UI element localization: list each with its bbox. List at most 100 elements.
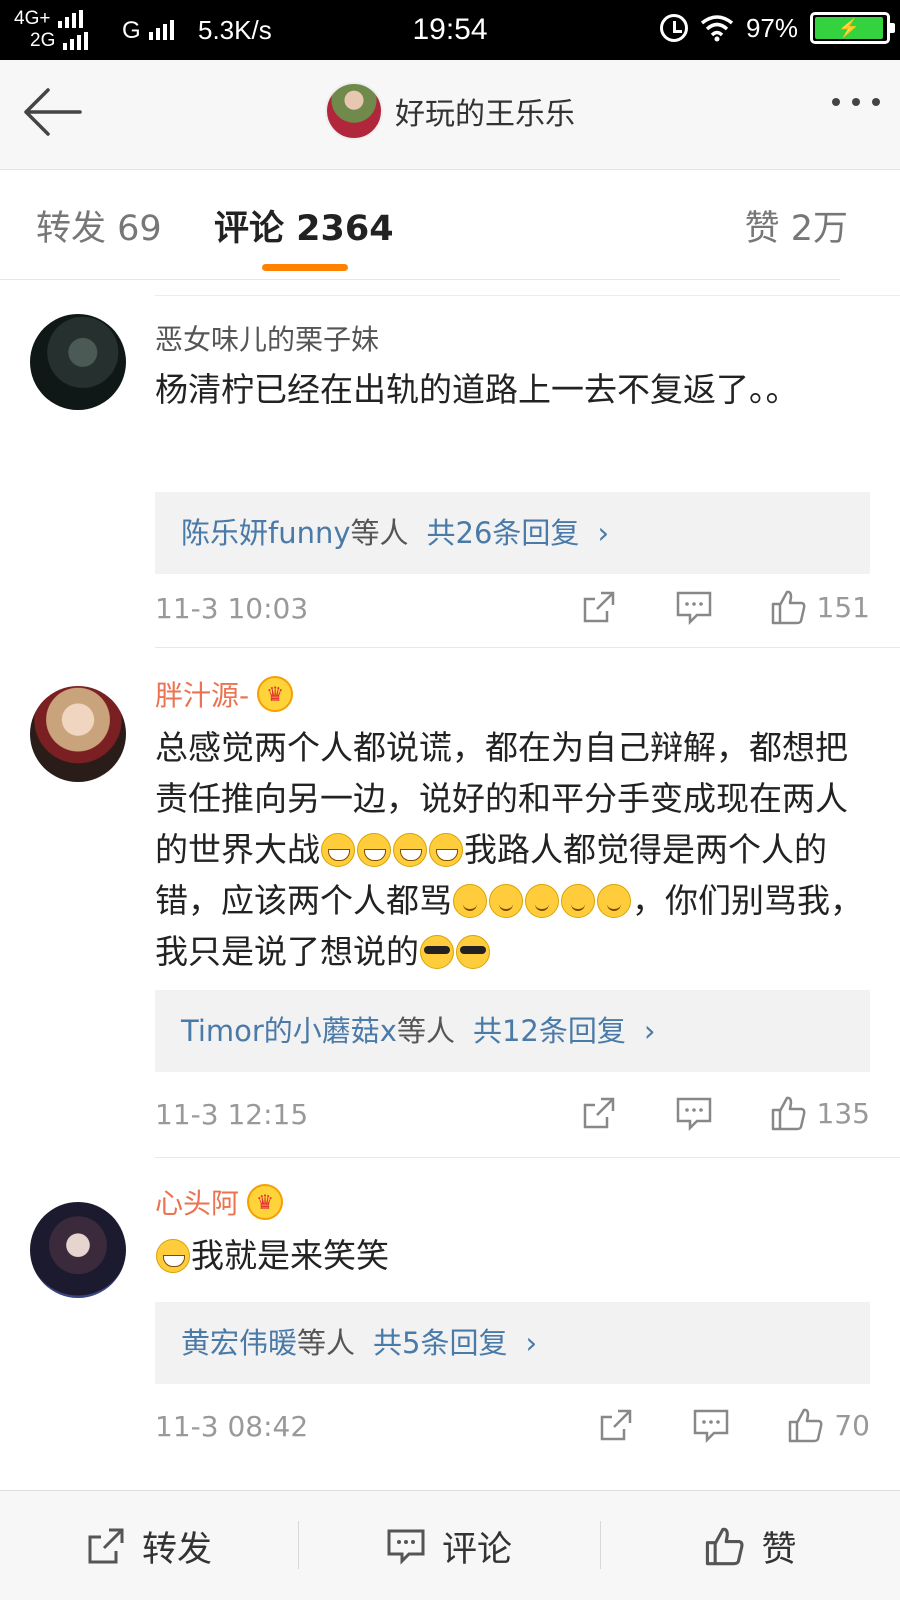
reply-names[interactable]: 陈乐妍funny: [181, 516, 351, 550]
commenter-name[interactable]: 胖汁源- ♛: [155, 674, 294, 714]
comment-button[interactable]: 评论: [298, 1491, 600, 1600]
comment-actions: 151: [581, 588, 870, 626]
replies-summary[interactable]: 陈乐妍funny等人 共26条回复 ›: [155, 492, 870, 574]
comment-bubble-icon: [676, 1097, 711, 1131]
comment-text-part: 我就是来笑笑: [191, 1236, 389, 1275]
comment-meta: 11-3 08:42 70: [155, 1409, 870, 1450]
comment-date: 11-3 08:42: [155, 1410, 309, 1443]
like-button[interactable]: 135: [769, 1094, 870, 1132]
reply-names[interactable]: Timor的小蘑菇x: [181, 1014, 397, 1048]
status-right: 97% ⚡: [659, 12, 895, 44]
thumbs-up-icon: [706, 1527, 744, 1566]
more-dots-icon: [852, 98, 860, 106]
comment-divider: [155, 647, 900, 648]
more-options-button[interactable]: [832, 98, 880, 106]
shy-smile-emoji-icon: [525, 884, 559, 918]
share-button[interactable]: [581, 1095, 617, 1131]
reply-suffix: 等人: [297, 1326, 356, 1360]
share-icon: [88, 1528, 124, 1564]
vip-crown-icon: ♛: [257, 676, 294, 712]
commenter-name-text[interactable]: 恶女味儿的栗子妹: [155, 318, 379, 358]
comment-actions: 70: [598, 1406, 870, 1444]
author-avatar[interactable]: [325, 82, 383, 140]
weibo-comments-screen: 4G+ 2G G 5.3K/s 19:54 97% ⚡ 好玩的王乐乐 转发 69…: [0, 0, 900, 1600]
commenter-avatar[interactable]: [30, 686, 126, 782]
more-dots-icon: [872, 98, 880, 106]
reply-button[interactable]: [692, 1407, 730, 1443]
share-button[interactable]: [598, 1407, 634, 1443]
commenter-name-text[interactable]: 胖汁源-: [155, 674, 249, 714]
status-bar: 4G+ 2G G 5.3K/s 19:54 97% ⚡: [0, 0, 900, 60]
comment-item: 恶女味儿的栗子妹 杨清柠已经在出轨的道路上一去不复返了。。 陈乐妍funny等人…: [0, 300, 900, 650]
reply-suffix: 等人: [350, 516, 409, 550]
sunglasses-emoji-icon: [420, 935, 454, 969]
alarm-icon: [659, 14, 688, 42]
comment-meta: 11-3 12:15 135: [155, 1097, 870, 1138]
reply-total[interactable]: 共26条回复: [427, 516, 580, 550]
commenter-name-text[interactable]: 心头阿: [155, 1182, 239, 1222]
tab-divider: [0, 279, 840, 280]
share-icon: [601, 1409, 632, 1441]
post-author[interactable]: 好玩的王乐乐: [0, 82, 900, 140]
thumbs-up-icon: [771, 1096, 806, 1131]
shy-smile-emoji-icon: [453, 884, 487, 918]
list-top-divider: [155, 295, 900, 296]
reply-total[interactable]: 共12条回复: [473, 1014, 626, 1048]
like-post-button[interactable]: 赞: [600, 1491, 900, 1600]
more-dots-icon: [832, 98, 840, 106]
commenter-avatar[interactable]: [30, 314, 126, 410]
commenter-name[interactable]: 心头阿 ♛: [155, 1182, 284, 1222]
comment-text: 我就是来笑笑: [155, 1230, 875, 1281]
like-label[interactable]: 赞: [761, 1521, 796, 1572]
laugh-emoji-icon: [393, 833, 427, 867]
tab-likes[interactable]: 赞 2万: [745, 200, 848, 251]
comment-bubble-icon: [387, 1529, 425, 1565]
replies-summary[interactable]: Timor的小蘑菇x等人 共12条回复 ›: [155, 990, 870, 1072]
repost-button[interactable]: 转发: [0, 1491, 298, 1600]
share-button[interactable]: [581, 589, 617, 625]
like-button[interactable]: 151: [769, 588, 870, 626]
author-name[interactable]: 好玩的王乐乐: [395, 89, 575, 133]
commenter-avatar[interactable]: [30, 1202, 126, 1298]
like-button[interactable]: 70: [786, 1406, 870, 1444]
tab-repost[interactable]: 转发 69: [36, 200, 162, 251]
commenter-name[interactable]: 恶女味儿的栗子妹: [155, 318, 379, 358]
battery-fill: ⚡: [815, 17, 883, 39]
laugh-emoji-icon: [357, 833, 391, 867]
chevron-right-icon: ›: [597, 516, 610, 550]
comment-actions: 135: [581, 1094, 870, 1132]
reply-total[interactable]: 共5条回复: [373, 1326, 507, 1360]
chevron-right-icon: ›: [525, 1326, 538, 1360]
comment-item: 胖汁源- ♛ 总感觉两个人都说谎，都在为自己辩解，都想把责任推向另一边，说好的和…: [0, 650, 900, 1160]
active-tab-indicator: [262, 264, 348, 271]
like-count: 70: [834, 1408, 870, 1442]
comment-date: 11-3 10:03: [155, 592, 309, 625]
sunglasses-emoji-icon: [456, 935, 490, 969]
comment-bubble-icon: [694, 1409, 729, 1443]
thumbs-up-icon: [789, 1408, 823, 1443]
tab-comments[interactable]: 评论 2364: [214, 200, 394, 251]
reply-suffix: 等人: [396, 1014, 455, 1048]
shy-smile-emoji-icon: [597, 884, 631, 918]
reply-names[interactable]: 黄宏伟暖: [181, 1326, 297, 1360]
battery-icon: ⚡: [810, 12, 895, 44]
comment-label[interactable]: 评论: [442, 1521, 512, 1572]
shy-smile-emoji-icon: [561, 884, 595, 918]
like-count: 151: [816, 590, 870, 624]
share-icon: [583, 1097, 614, 1129]
comment-text: 杨清柠已经在出轨的道路上一去不复返了。。: [155, 370, 799, 409]
comment-meta: 11-3 10:03 151: [155, 591, 870, 632]
share-icon: [583, 591, 614, 623]
laugh-emoji-icon: [429, 833, 463, 867]
laugh-emoji-icon: [321, 833, 355, 867]
comment-date: 11-3 12:15: [155, 1098, 309, 1131]
battery-percent: 97%: [745, 12, 798, 43]
replies-summary[interactable]: 黄宏伟暖等人 共5条回复 ›: [155, 1302, 870, 1384]
repost-label[interactable]: 转发: [142, 1521, 212, 1572]
comment-divider: [155, 1157, 900, 1158]
vip-crown-icon: ♛: [247, 1184, 284, 1220]
reply-button[interactable]: [675, 589, 713, 625]
comment-item: 心头阿 ♛ 我就是来笑笑 黄宏伟暖等人 共5条回复 › 11-3 08:42 70: [0, 1160, 900, 1490]
comment-text: 总感觉两个人都说谎，都在为自己辩解，都想把责任推向另一边，说好的和平分手变成现在…: [155, 722, 875, 977]
reply-button[interactable]: [675, 1095, 713, 1131]
